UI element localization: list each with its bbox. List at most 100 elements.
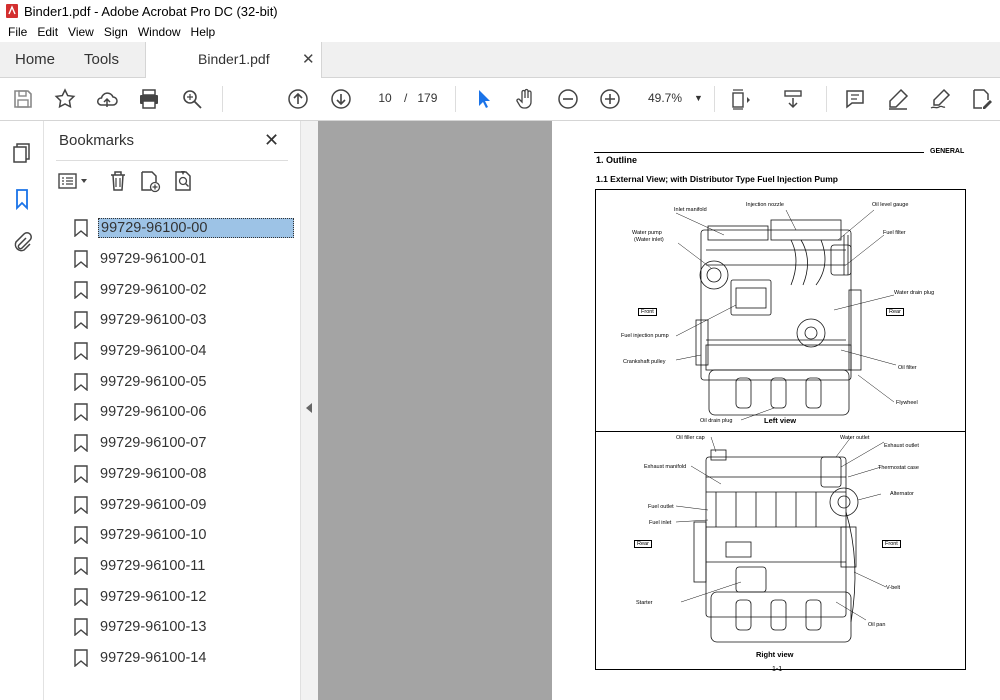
figure-label: V-belt	[886, 585, 901, 591]
toolbar-separator	[714, 86, 715, 112]
header-rule	[594, 152, 924, 153]
close-icon[interactable]: ✕	[264, 130, 279, 151]
bookmark-item[interactable]: 99729-96100-12	[70, 581, 300, 612]
figure-label: Exhaust outlet	[884, 443, 919, 449]
bookmark-icon	[74, 557, 88, 575]
share-edit-icon[interactable]	[968, 86, 994, 112]
fit-page-icon[interactable]	[728, 86, 754, 112]
bookmark-item[interactable]: 99729-96100-02	[70, 274, 300, 305]
zoom-level-dropdown[interactable]: 49.7% ▼	[640, 86, 706, 110]
highlight-pen-icon[interactable]	[885, 86, 911, 112]
bookmark-label: 99729-96100-11	[100, 557, 206, 574]
figure-label: Water drain plug	[894, 290, 935, 296]
menu-bar: File Edit View Sign Window Help	[0, 22, 1000, 42]
new-bookmark-icon[interactable]	[138, 168, 162, 194]
menu-edit[interactable]: Edit	[37, 25, 58, 39]
bookmark-label: 99729-96100-06	[100, 404, 207, 421]
bookmark-item[interactable]: 99729-96100-00	[70, 213, 300, 244]
next-page-icon[interactable]	[328, 86, 354, 112]
select-cursor-icon[interactable]	[471, 86, 497, 112]
bookmark-item[interactable]: 99729-96100-03	[70, 305, 300, 336]
hand-tool-icon[interactable]	[513, 86, 539, 112]
comment-icon[interactable]	[842, 86, 868, 112]
page-total-value: 179	[417, 91, 438, 105]
acrobat-app-icon	[6, 4, 18, 18]
tab-tools[interactable]: Tools	[84, 42, 119, 77]
zoom-out-icon[interactable]	[555, 86, 581, 112]
figure-label: Alternator	[890, 491, 914, 497]
bookmark-icon	[74, 373, 88, 391]
page-separator: /	[404, 91, 408, 105]
star-icon[interactable]	[52, 86, 78, 112]
find-bookmark-icon[interactable]	[172, 168, 196, 194]
page-footer-number: 1-1	[772, 666, 783, 673]
zoom-in-icon[interactable]	[597, 86, 623, 112]
bookmark-label: 99729-96100-10	[100, 527, 207, 544]
figure-label: Fuel inlet	[649, 520, 672, 526]
tab-document[interactable]: Binder1.pdf ✕	[145, 42, 322, 78]
figure-label: Oil level gauge	[872, 202, 909, 208]
bookmark-panel-icon[interactable]	[10, 187, 34, 211]
save-icon[interactable]	[10, 86, 36, 112]
bookmark-label: 99729-96100-12	[100, 588, 207, 605]
figure-label: Oil filler cap	[676, 435, 705, 441]
bookmark-item[interactable]: 99729-96100-05	[70, 366, 300, 397]
front-marker: Front	[638, 308, 657, 316]
figure-label: Oil filter	[898, 365, 917, 371]
figure-label: Flywheel	[896, 400, 918, 406]
bookmark-icon	[74, 465, 88, 483]
options-menu-icon[interactable]	[56, 168, 92, 194]
print-icon[interactable]	[136, 86, 162, 112]
search-icon[interactable]	[179, 86, 205, 112]
trash-icon[interactable]	[106, 168, 130, 194]
bookmarks-panel: Bookmarks ✕ 99729-96100-00 99729-96100-0…	[44, 121, 300, 700]
bookmark-item[interactable]: 99729-96100-01	[70, 244, 300, 275]
tab-home[interactable]: Home	[15, 42, 55, 77]
document-viewport[interactable]: GENERAL 1. Outline 1.1 External View; wi…	[318, 121, 1000, 700]
bookmark-item[interactable]: 99729-96100-10	[70, 520, 300, 551]
subsection-heading: 1.1 External View; with Distributor Type…	[596, 174, 838, 184]
figure-label: Oil drain plug	[700, 418, 733, 424]
bookmark-item[interactable]: 99729-96100-11	[70, 551, 300, 582]
bookmark-item[interactable]: 99729-96100-04	[70, 336, 300, 367]
bookmark-item[interactable]: 99729-96100-09	[70, 489, 300, 520]
bookmark-icon	[74, 526, 88, 545]
bookmark-item[interactable]: 99729-96100-13	[70, 612, 300, 643]
rear-marker: Rear	[886, 308, 904, 316]
cloud-upload-icon[interactable]	[94, 86, 120, 112]
bookmark-label: 99729-96100-14	[100, 649, 207, 666]
page-number-input[interactable]: 10	[368, 86, 402, 110]
menu-view[interactable]: View	[68, 25, 94, 39]
collapse-panel-icon[interactable]	[306, 403, 312, 413]
bookmarks-title: Bookmarks	[59, 132, 135, 149]
attachment-icon[interactable]	[10, 231, 34, 255]
sign-icon[interactable]	[927, 86, 953, 112]
bookmark-item[interactable]: 99729-96100-14	[70, 643, 300, 674]
figure-label: Oil pan	[868, 622, 886, 628]
toolbar-separator	[222, 86, 223, 112]
page-thumbnails-icon[interactable]	[10, 141, 34, 165]
previous-page-icon[interactable]	[285, 86, 311, 112]
bookmark-item[interactable]: 99729-96100-08	[70, 459, 300, 490]
bookmark-icon	[74, 495, 88, 514]
bookmark-label: 99729-96100-04	[100, 343, 207, 360]
tab-document-label: Binder1.pdf	[198, 51, 270, 67]
menu-help[interactable]: Help	[191, 25, 216, 39]
figure-label: (Water inlet)	[634, 237, 664, 243]
bookmark-item[interactable]: 99729-96100-07	[70, 428, 300, 459]
menu-window[interactable]: Window	[138, 25, 181, 39]
menu-sign[interactable]: Sign	[104, 25, 128, 39]
bookmark-label: 99729-96100-01	[100, 251, 207, 268]
bookmark-item[interactable]: 99729-96100-06	[70, 397, 300, 428]
tab-close-icon[interactable]: ✕	[302, 50, 315, 68]
bookmark-label: 99729-96100-02	[100, 281, 207, 298]
bookmark-icon	[74, 219, 88, 238]
panel-splitter[interactable]	[300, 121, 319, 700]
title-bar: Binder1.pdf - Adobe Acrobat Pro DC (32-b…	[0, 0, 1000, 22]
bookmark-icon	[74, 403, 88, 422]
menu-file[interactable]: File	[8, 25, 27, 39]
window-title: Binder1.pdf - Adobe Acrobat Pro DC (32-b…	[24, 3, 278, 19]
bookmark-icon	[74, 342, 88, 361]
scroll-mode-icon[interactable]	[780, 86, 806, 112]
bookmark-label: 99729-96100-05	[100, 373, 207, 390]
